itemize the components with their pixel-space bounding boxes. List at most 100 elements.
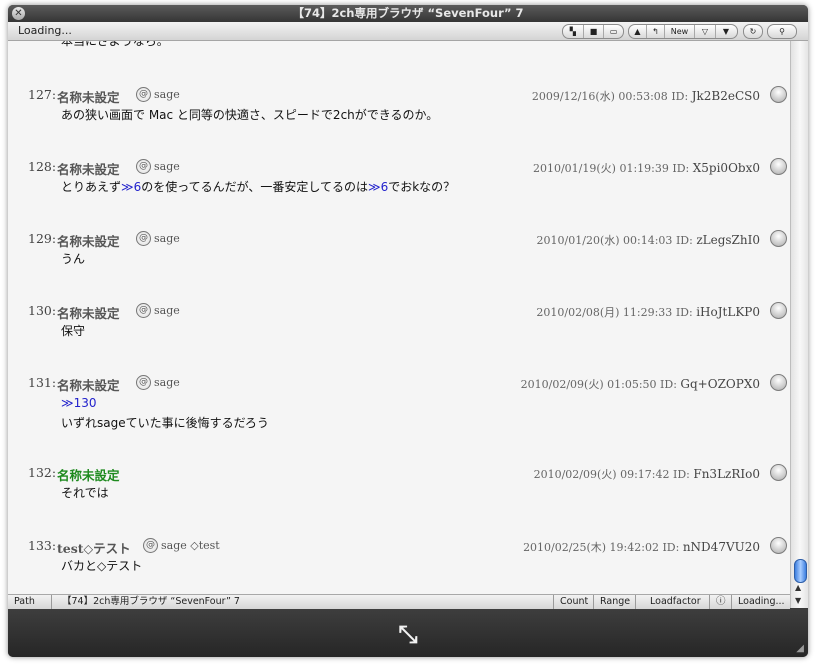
post-body: ≫130 いずれsageていた事に後悔するだろう	[61, 393, 790, 433]
post-id[interactable]: Jk2B2eCS0	[692, 89, 760, 103]
body-text: でおkなの？	[388, 180, 456, 194]
post-mail: sage	[154, 160, 180, 173]
view-full-button[interactable]: ■	[584, 25, 605, 38]
id-pin-icon[interactable]	[770, 374, 787, 391]
post-mail: sage	[154, 88, 180, 101]
search-group: ⚲	[767, 24, 797, 39]
title-bar[interactable]: ✕ 【74】2ch専用ブラウザ “SevenFour” 7	[8, 5, 808, 22]
post-id[interactable]: X5pi0Obx0	[693, 161, 760, 175]
post-name: test◇テスト	[57, 541, 131, 556]
reply-anchor-link[interactable]: ≫6	[368, 180, 388, 194]
body-text: いずれsageていた事に後悔するだろう	[61, 416, 269, 430]
resize-grip-icon[interactable]: ◢	[796, 643, 804, 654]
post-id[interactable]: zLegsZhI0	[696, 233, 760, 247]
loading-status-right: Loading...	[738, 596, 785, 607]
post-number[interactable]: 132:	[28, 465, 56, 480]
scroll-down-icon[interactable]: ▼	[716, 25, 736, 38]
post-id[interactable]: nND47VU20	[683, 540, 760, 554]
post-number[interactable]: 128:	[28, 159, 56, 174]
post-date: 2010/02/08(月) 11:29:33	[536, 306, 673, 319]
scroll-down-arrow-icon[interactable]: ▼	[795, 596, 801, 605]
post-date: 2010/02/09(火) 09:17:42	[533, 468, 670, 481]
post-133: 133: test◇テスト @ sage ◇test 2010/02/25(木)…	[8, 537, 790, 576]
post-header: 132: 名称未設定 2010/02/09(火) 09:17:42 ID: Fn…	[8, 464, 790, 483]
path-button[interactable]: Path	[8, 595, 52, 609]
at-mail-icon: @	[136, 231, 151, 246]
vertical-scrollbar[interactable]: ▲ ▼	[790, 41, 808, 608]
body-text: のを使ってるんだが、一番安定してるのは	[141, 180, 369, 194]
id-pin-icon[interactable]	[770, 230, 787, 247]
scroll-up-icon[interactable]: ▲	[629, 25, 647, 38]
id-pin-icon[interactable]	[770, 464, 787, 481]
view-window-button[interactable]: ▭	[604, 25, 623, 38]
post-name: 名称未設定	[57, 162, 120, 177]
post-body: 保守	[61, 324, 86, 338]
at-mail-icon: @	[136, 159, 151, 174]
post-number[interactable]: 129:	[28, 231, 56, 246]
post-body: それでは	[61, 486, 109, 500]
at-mail-icon: @	[136, 375, 151, 390]
post-date: 2009/12/16(水) 00:53:08	[531, 90, 668, 103]
post-id[interactable]: Fn3LzRIo0	[693, 467, 760, 481]
toolbar: Loading... ▚ ■ ▭ ▲ ↰ New ▽ ▼ ↻ ⚲	[8, 22, 808, 41]
post-header: 130: 名称未設定 @ sage 2010/02/08(月) 11:29:33…	[8, 302, 790, 321]
new-button[interactable]: New	[665, 25, 695, 38]
reply-anchor-link[interactable]: ≫6	[121, 180, 141, 194]
reply-anchor-link[interactable]: ≫130	[61, 393, 790, 413]
app-window: ✕ 【74】2ch専用ブラウザ “SevenFour” 7 Loading...…	[8, 5, 808, 657]
status-bar: Path 【74】2ch専用ブラウザ “SevenFour” 7 Count R…	[8, 594, 790, 609]
id-pin-icon[interactable]	[770, 86, 787, 103]
post-132: 132: 名称未設定 2010/02/09(火) 09:17:42 ID: Fn…	[8, 464, 790, 503]
down-triangle-icon[interactable]: ▽	[695, 25, 716, 38]
thread-path-label: 【74】2ch専用ブラウザ “SevenFour” 7	[52, 595, 554, 609]
info-icon[interactable]: ⓘ	[710, 595, 732, 609]
post-number[interactable]: 127:	[28, 87, 56, 102]
post-id[interactable]: Gq+OZOPX0	[680, 377, 760, 391]
post-header: 129: 名称未設定 @ sage 2010/01/20(水) 00:14:03…	[8, 230, 790, 249]
post-name: 名称未設定	[57, 306, 120, 321]
scroll-up-arrow-icon[interactable]: ▲	[795, 583, 801, 592]
view-split-button[interactable]: ▚	[563, 25, 584, 38]
id-label: ID:	[675, 234, 693, 247]
range-button[interactable]: Range	[594, 595, 636, 609]
reload-group: ↻	[743, 24, 763, 39]
post-128: 128: 名称未設定 @ sage 2010/01/19(火) 01:19:39…	[8, 158, 790, 197]
at-mail-icon: @	[136, 303, 151, 318]
post-name: 名称未設定	[57, 378, 120, 393]
post-number[interactable]: 130:	[28, 303, 56, 318]
id-label: ID:	[675, 306, 693, 319]
window-title: 【74】2ch専用ブラウザ “SevenFour” 7	[292, 6, 524, 20]
post-name: 名称未設定	[57, 234, 120, 249]
post-body: バカと◇テスト	[61, 559, 143, 573]
post-date: 2010/02/09(火) 01:05:50	[520, 378, 657, 391]
post-number[interactable]: 131:	[28, 375, 56, 390]
post-header: 128: 名称未設定 @ sage 2010/01/19(火) 01:19:39…	[8, 158, 790, 177]
navigation-group: ▲ ↰ New ▽ ▼	[628, 24, 738, 39]
thread-view[interactable]: 本当にさようなら。 127: 名称未設定 @ sage 2009/12/16(水…	[8, 41, 790, 594]
view-mode-group: ▚ ■ ▭	[562, 24, 624, 39]
scroll-thumb[interactable]	[794, 559, 807, 583]
post-date-id: 2010/02/09(火) 01:05:50 ID: Gq+OZOPX0	[521, 376, 760, 392]
id-pin-icon[interactable]	[770, 158, 787, 175]
id-pin-icon[interactable]	[770, 302, 787, 319]
reload-icon[interactable]: ↻	[744, 25, 762, 38]
id-label: ID:	[673, 468, 690, 481]
post-date-id: 2010/02/25(木) 19:42:02 ID: nND47VU20	[523, 539, 760, 555]
post-date-id: 2010/02/09(火) 09:17:42 ID: Fn3LzRIo0	[534, 466, 760, 482]
post-date: 2010/01/19(火) 01:19:39	[532, 162, 669, 175]
post-mail: sage	[154, 376, 180, 389]
id-pin-icon[interactable]	[770, 537, 787, 554]
post-number[interactable]: 133:	[28, 538, 56, 553]
expand-arrows-icon[interactable]: ⤡	[393, 619, 423, 649]
post-body: あの狭い画面で Mac と同等の快適さ、スピードで2chができるのか。	[61, 108, 439, 122]
close-icon[interactable]: ✕	[12, 7, 25, 20]
id-label: ID:	[662, 541, 680, 554]
back-arrow-icon[interactable]: ↰	[647, 25, 665, 38]
search-icon[interactable]: ⚲	[768, 25, 796, 38]
post-131: 131: 名称未設定 @ sage 2010/02/09(火) 01:05:50…	[8, 374, 790, 433]
post-date: 2010/01/20(水) 00:14:03	[536, 234, 673, 247]
loadfactor-button[interactable]: Loadfactor	[636, 595, 710, 609]
count-button[interactable]: Count	[554, 595, 594, 609]
post-id[interactable]: iHoJtLKP0	[696, 305, 760, 319]
post-date-id: 2010/02/08(月) 11:29:33 ID: iHoJtLKP0	[536, 304, 760, 320]
